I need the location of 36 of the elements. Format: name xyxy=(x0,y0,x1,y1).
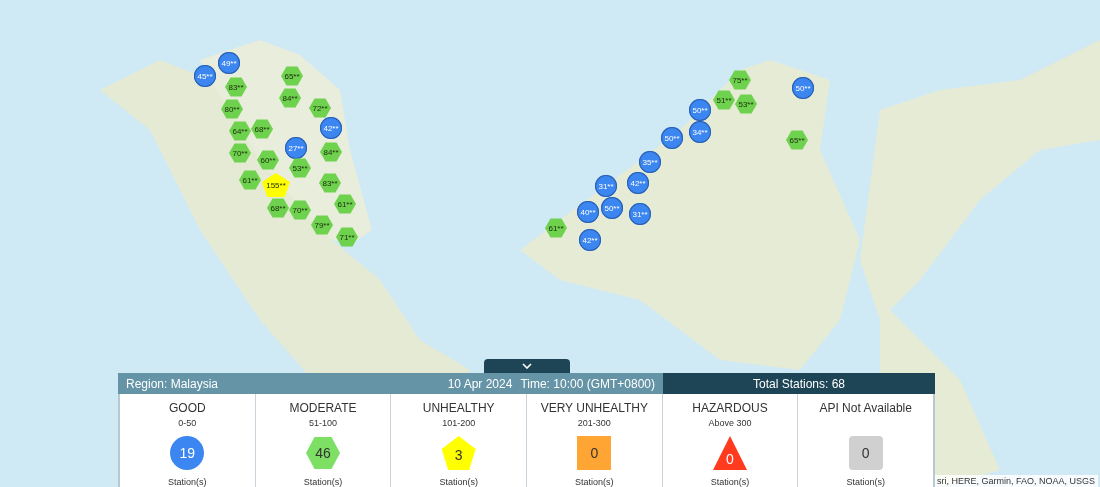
collapse-button[interactable] xyxy=(484,359,570,373)
aqi-marker[interactable]: 50** xyxy=(689,99,711,121)
category-name: API Not Available xyxy=(819,401,912,415)
station-count-symbol: 0 xyxy=(713,436,747,470)
category-range: 201-300 xyxy=(577,418,611,430)
region-label: Region: Malaysia xyxy=(126,376,219,391)
station-count-symbol: 0 xyxy=(848,436,883,470)
category-range: 101-200 xyxy=(442,418,476,430)
time-label: Time: 10:00 (GMT+0800) xyxy=(520,376,655,391)
aqi-marker[interactable]: 31** xyxy=(595,175,617,197)
category-name: VERY UNHEALTHY xyxy=(540,401,649,415)
station-unit: Station(s) xyxy=(710,477,750,487)
station-count-symbol: 3 xyxy=(441,436,476,470)
station-unit: Station(s) xyxy=(846,477,885,487)
category-range: Above 300 xyxy=(708,418,752,430)
chevron-down-icon xyxy=(522,363,532,369)
category-name: HAZARDOUS xyxy=(692,401,768,415)
station-count-symbol: 0 xyxy=(577,436,612,470)
category-range: 51-100 xyxy=(309,418,337,430)
date-label: 10 Apr 2024 xyxy=(447,376,513,391)
station-unit: Station(s) xyxy=(439,477,478,487)
station-unit: Station(s) xyxy=(303,477,343,487)
category-name: UNHEALTHY xyxy=(422,401,495,415)
station-unit: Station(s) xyxy=(168,477,207,487)
aqi-marker[interactable]: 40** xyxy=(577,201,599,223)
category-range: 0-50 xyxy=(178,418,197,430)
total-stations-label: Total Stations: 68 xyxy=(752,376,846,391)
aqi-marker[interactable]: 35** xyxy=(639,151,661,173)
station-unit: Station(s) xyxy=(575,477,614,487)
aqi-marker[interactable]: 50** xyxy=(661,127,683,149)
station-count-symbol: 46 xyxy=(306,436,340,470)
category-name: GOOD xyxy=(169,401,206,415)
aqi-marker[interactable]: 45** xyxy=(194,65,216,87)
map-attribution: sri, HERE, Garmin, FAO, NOAA, USGS xyxy=(933,475,1098,487)
station-count-symbol: 19 xyxy=(170,436,205,470)
category-name: MODERATE xyxy=(289,401,357,415)
